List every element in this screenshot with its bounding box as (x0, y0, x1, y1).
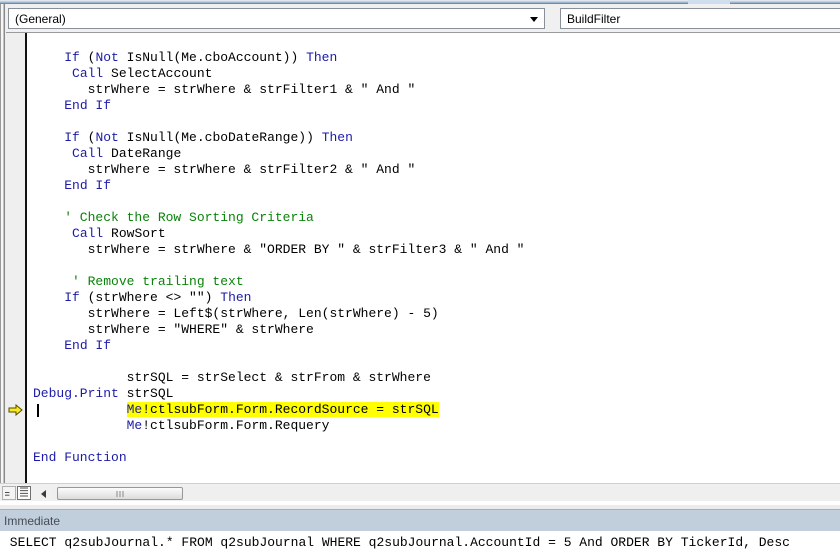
code-segment: ' Check the Row Sorting Criteria (33, 210, 314, 225)
code-segment: Call (72, 226, 104, 241)
code-line[interactable]: ' Check the Row Sorting Criteria (33, 210, 840, 226)
scroll-left-button[interactable] (37, 487, 50, 500)
code-line[interactable]: Call RowSort (33, 226, 840, 242)
immediate-titlebar[interactable]: Immediate (0, 509, 840, 531)
code-segment: strWhere = "WHERE" & strWhere (33, 322, 314, 337)
code-line[interactable]: If (Not IsNull(Me.cboAccount)) Then (33, 50, 840, 66)
code-segment: Me (126, 418, 143, 433)
code-line[interactable]: strWhere = strWhere & "ORDER BY " & strF… (33, 242, 840, 258)
immediate-output-line: SELECT q2subJournal.* FROM q2subJournal … (2, 535, 790, 550)
code-segment: End If (64, 98, 112, 113)
code-line[interactable]: strWhere = "WHERE" & strWhere (33, 322, 840, 338)
pane-splitter[interactable] (0, 501, 840, 509)
code-line[interactable]: If (strWhere <> "") Then (33, 290, 840, 306)
procedure-combobox-value: BuildFilter (567, 11, 621, 26)
code-segment: strSQL (118, 386, 174, 401)
code-segment: Call (72, 66, 104, 81)
full-module-view-button[interactable] (17, 486, 31, 500)
code-segment: Then (321, 130, 353, 145)
code-segment: (strWhere <> "") (79, 290, 221, 305)
code-line[interactable] (33, 114, 840, 130)
code-segment: strWhere = Left$(strWhere, Len(strWhere)… (33, 306, 439, 321)
code-line[interactable] (33, 434, 840, 450)
code-line[interactable]: End Function (33, 450, 840, 466)
code-segment: ( (79, 130, 96, 145)
code-line[interactable]: strSQL = strSelect & strFrom & strWhere (33, 370, 840, 386)
immediate-pane-title: Immediate (4, 513, 61, 528)
code-segment: strSQL = strSelect & strFrom & strWhere (33, 370, 431, 385)
editor-scrollbar-row (0, 483, 840, 501)
code-segment: strWhere = strWhere & strFilter2 & " And… (33, 162, 416, 177)
code-segment: If (64, 290, 80, 305)
code-segment: If (64, 50, 80, 65)
code-segment: ( (79, 50, 96, 65)
code-segment: strWhere = strWhere & strFilter1 & " And… (33, 82, 416, 97)
code-segment: RowSort (103, 226, 166, 241)
code-pane-header: (General) BuildFilter (0, 4, 840, 33)
code-segment: End If (64, 338, 112, 353)
code-line[interactable] (33, 258, 840, 274)
chevron-down-icon[interactable] (530, 17, 538, 22)
text-caret (37, 404, 39, 417)
window-left-border (0, 4, 6, 501)
code-line[interactable] (33, 354, 840, 370)
code-line[interactable]: strWhere = strWhere & strFilter1 & " And… (33, 82, 840, 98)
code-line[interactable]: End If (33, 338, 840, 354)
code-line[interactable] (33, 194, 840, 210)
procedure-view-button[interactable] (2, 486, 16, 500)
code-segment: If (64, 130, 80, 145)
code-segment: DateRange (103, 146, 182, 161)
code-segment: !ctlsubForm.Form.Requery (142, 418, 330, 433)
object-combobox[interactable]: (General) (8, 8, 545, 29)
code-segment: ' Remove trailing text (33, 274, 244, 289)
code-segment: Not (95, 50, 119, 65)
code-segment: Then (220, 290, 252, 305)
code-segment: Not (95, 130, 119, 145)
code-line[interactable]: Me!ctlsubForm.Form.Requery (33, 418, 840, 434)
code-line[interactable]: If (Not IsNull(Me.cboDateRange)) Then (33, 130, 840, 146)
horizontal-scrollbar-thumb[interactable] (57, 487, 183, 500)
horizontal-scrollbar-track[interactable] (52, 486, 840, 501)
code-segment: End If (64, 178, 112, 193)
code-line[interactable]: strWhere = strWhere & strFilter2 & " And… (33, 162, 840, 178)
code-segment: Me (126, 402, 143, 417)
code-line[interactable]: End If (33, 98, 840, 114)
code-line[interactable]: End If (33, 178, 840, 194)
code-segment: Call (72, 146, 104, 161)
code-segment: IsNull(Me.cboDateRange)) (118, 130, 322, 145)
code-segment: IsNull(Me.cboAccount)) (118, 50, 307, 65)
code-line[interactable]: Debug.Print strSQL (33, 386, 840, 402)
procedure-combobox[interactable]: BuildFilter (560, 8, 840, 29)
code-segment: strWhere = strWhere & "ORDER BY " & strF… (33, 242, 525, 257)
code-segment: End Function (33, 450, 127, 465)
arrow-left-icon (41, 489, 46, 498)
code-segment: !ctlsubForm.Form.RecordSource = strSQL (142, 402, 439, 417)
code-editor[interactable]: If (Not IsNull(Me.cboAccount)) Then Call… (29, 33, 840, 483)
code-line[interactable]: ' Remove trailing text (33, 274, 840, 290)
object-combobox-value: (General) (15, 11, 66, 26)
code-segment: Debug.Print (33, 386, 119, 401)
code-segment: Then (306, 50, 338, 65)
code-line[interactable]: strWhere = Left$(strWhere, Len(strWhere)… (33, 306, 840, 322)
code-line[interactable]: Me!ctlsubForm.Form.RecordSource = strSQL (33, 402, 840, 418)
code-line[interactable]: Call DateRange (33, 146, 840, 162)
current-line-arrow-icon (8, 404, 23, 416)
immediate-window[interactable]: SELECT q2subJournal.* FROM q2subJournal … (0, 531, 840, 559)
code-segment: SelectAccount (103, 66, 213, 81)
code-line[interactable]: Call SelectAccount (33, 66, 840, 82)
procedure-view-icon (5, 492, 10, 496)
scrollbar-grip-icon (116, 491, 124, 497)
full-module-view-icon (20, 487, 28, 497)
